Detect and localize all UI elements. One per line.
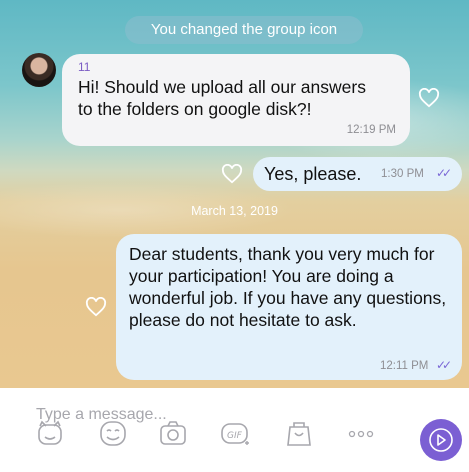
incoming-message-bubble[interactable]: 11 Hi! Should we upload all our answers … bbox=[62, 54, 410, 146]
gif-icon[interactable]: GIF bbox=[219, 418, 251, 448]
more-icon[interactable] bbox=[345, 418, 377, 448]
date-separator: March 13, 2019 bbox=[191, 204, 278, 218]
outgoing-message-bubble[interactable]: Dear students, thank you very much for y… bbox=[116, 234, 462, 380]
shopping-bag-icon[interactable] bbox=[283, 418, 315, 448]
like-heart-icon[interactable] bbox=[418, 88, 440, 108]
system-notice: You changed the group icon bbox=[125, 16, 363, 44]
like-heart-icon[interactable] bbox=[221, 164, 243, 184]
like-heart-icon[interactable] bbox=[85, 297, 107, 317]
read-receipt-icon: ✓✓ bbox=[436, 166, 452, 180]
read-receipt-icon: ✓✓ bbox=[436, 358, 452, 372]
message-text: Dear students, thank you very much for y… bbox=[129, 244, 447, 330]
outgoing-message-bubble[interactable]: Yes, please. 1:30 PM ✓✓ bbox=[253, 157, 462, 191]
sticker-icon[interactable] bbox=[34, 418, 66, 448]
emoji-icon[interactable] bbox=[97, 418, 129, 448]
message-time: 1:30 PM bbox=[381, 168, 424, 180]
send-button[interactable] bbox=[420, 419, 462, 461]
chat-background: You changed the group icon 11 Hi! Should… bbox=[0, 0, 469, 388]
message-text: Hi! Should we upload all our answers to … bbox=[78, 77, 366, 119]
message-time: 12:19 PM bbox=[346, 124, 396, 136]
message-time: 12:11 PM bbox=[380, 360, 429, 372]
avatar[interactable] bbox=[22, 53, 56, 87]
svg-text:GIF: GIF bbox=[227, 431, 243, 441]
play-icon bbox=[429, 428, 453, 452]
message-text: Yes, please. bbox=[264, 164, 362, 184]
sender-name: 11 bbox=[78, 60, 91, 74]
camera-icon[interactable] bbox=[157, 418, 189, 448]
